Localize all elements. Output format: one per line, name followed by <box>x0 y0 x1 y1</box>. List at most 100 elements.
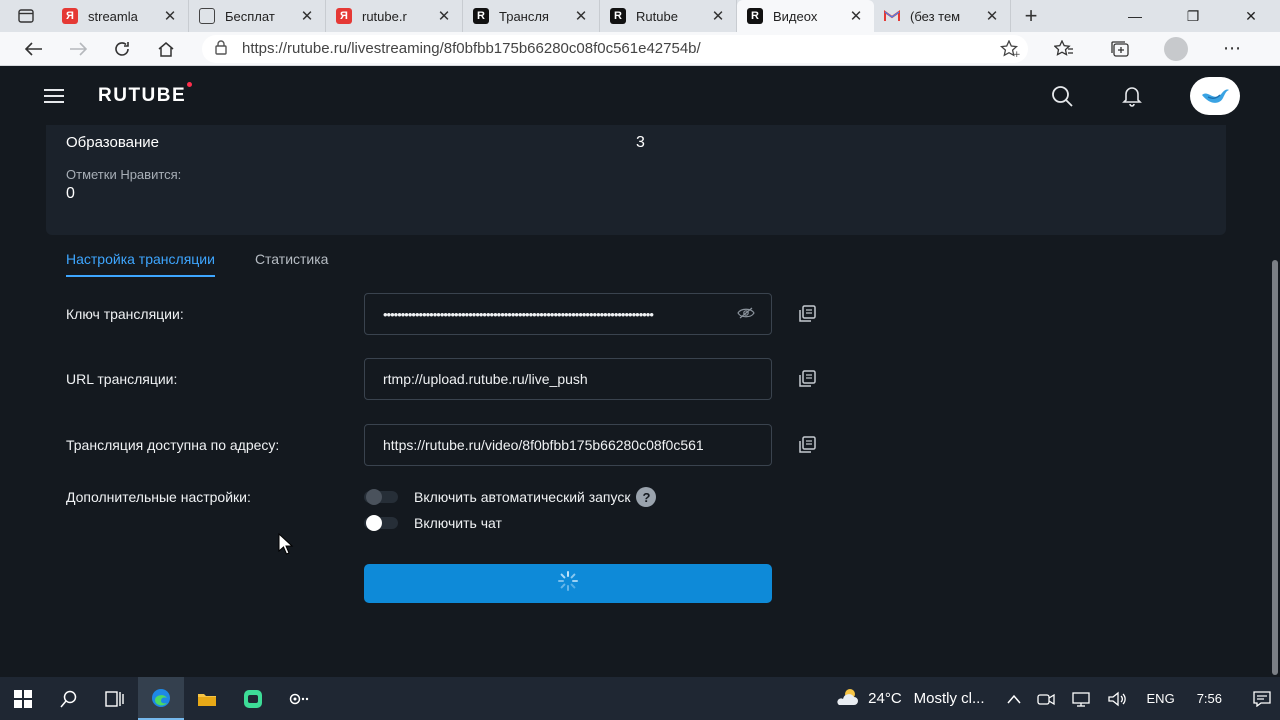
forward-icon[interactable] <box>56 32 100 66</box>
tab-close-icon[interactable]: ✕ <box>299 7 315 25</box>
browser-tab[interactable]: R Rutube ✕ <box>600 0 737 32</box>
stream-address-label: Трансляция доступна по адресу: <box>66 437 280 453</box>
add-favorite-icon[interactable]: + <box>992 39 1028 58</box>
settings-tabs: Настройка трансляции Статистика <box>66 251 368 277</box>
file-explorer-icon[interactable] <box>184 677 230 720</box>
stream-info-card: Образование 3 Отметки Нравится: 0 <box>46 117 1226 235</box>
autostart-toggle[interactable] <box>364 489 398 505</box>
close-icon[interactable]: ✕ <box>1222 0 1280 32</box>
windows-start-icon[interactable] <box>0 677 46 720</box>
url-text: https://rutube.ru/livestreaming/8f0bfbb1… <box>242 40 701 57</box>
tab-title: Трансля <box>499 8 549 24</box>
rutube-icon: R <box>473 8 489 24</box>
browser-tabstrip: Я streamla ✕ Бесплат ✕ Я rutube.r ✕ R Тр… <box>0 0 1280 32</box>
language-indicator[interactable]: ENG <box>1147 691 1175 706</box>
taskbar: 24°C Mostly cl... ENG 7:56 <box>0 677 1280 720</box>
more-icon[interactable]: ⋯ <box>1204 38 1260 59</box>
new-tab-icon[interactable]: + <box>1011 3 1051 29</box>
gmail-icon <box>884 8 900 24</box>
stream-key-label: Ключ трансляции: <box>66 306 184 322</box>
tab-stream-settings[interactable]: Настройка трансляции <box>66 251 215 277</box>
clock[interactable]: 7:56 <box>1197 691 1222 706</box>
favorites-icon[interactable] <box>1036 39 1092 58</box>
stream-key-field[interactable]: ••••••••••••••••••••••••••••••••••••••••… <box>364 293 772 335</box>
page: RUTUBE Образование 3 Отметки Нравится: 0… <box>0 67 1270 677</box>
stream-key-value: ••••••••••••••••••••••••••••••••••••••••… <box>383 306 654 322</box>
minimize-icon[interactable]: — <box>1106 0 1164 32</box>
search-icon[interactable] <box>46 677 92 720</box>
cloud-sun-icon <box>834 688 860 709</box>
stream-key-row: Ключ трансляции: •••••••••••••••••••••••… <box>66 293 826 335</box>
app-icon[interactable] <box>230 677 276 720</box>
yandex-icon: Я <box>336 8 352 24</box>
temperature: 24°C <box>868 690 902 707</box>
meet-now-icon[interactable] <box>1036 691 1055 707</box>
restore-icon[interactable]: ❐ <box>1164 0 1222 32</box>
tab-actions-icon[interactable] <box>0 0 52 32</box>
stream-url-field[interactable]: rtmp://upload.rutube.ru/live_push <box>364 358 772 400</box>
browser-tab[interactable]: Я rutube.r ✕ <box>326 0 463 32</box>
task-view-icon[interactable] <box>92 677 138 720</box>
network-icon[interactable] <box>1071 691 1091 707</box>
search-icon[interactable] <box>1050 84 1074 108</box>
likes-label: Отметки Нравится: <box>66 167 182 182</box>
count-value: 3 <box>636 134 645 151</box>
url-bar[interactable]: https://rutube.ru/livestreaming/8f0bfbb1… <box>202 34 1028 63</box>
browser-tab-active[interactable]: R Видеох ✕ <box>737 0 874 32</box>
refresh-icon[interactable] <box>100 32 144 66</box>
collections-icon[interactable] <box>1092 40 1148 58</box>
browser-tab[interactable]: (без тем ✕ <box>874 0 1011 32</box>
rutube-icon: R <box>747 8 763 24</box>
avatar[interactable] <box>1190 77 1240 115</box>
back-icon[interactable] <box>12 32 56 66</box>
obs-icon[interactable] <box>276 677 322 720</box>
eye-off-icon[interactable] <box>737 306 755 322</box>
tab-close-icon[interactable]: ✕ <box>710 7 726 25</box>
tab-close-icon[interactable]: ✕ <box>436 7 452 25</box>
tab-close-icon[interactable]: ✕ <box>573 7 589 25</box>
tab-close-icon[interactable]: ✕ <box>162 7 178 25</box>
tab-title: Rutube <box>636 8 678 24</box>
chevron-up-icon[interactable] <box>1006 694 1021 704</box>
tab-title: Видеох <box>773 8 818 24</box>
document-icon <box>199 8 215 24</box>
bell-icon[interactable] <box>1120 84 1144 108</box>
copy-icon[interactable] <box>796 368 818 390</box>
menu-icon[interactable] <box>44 89 64 103</box>
tab-title: Бесплат <box>225 8 275 24</box>
window-controls: — ❐ ✕ <box>1106 0 1280 32</box>
weather-condition: Mostly cl... <box>913 690 985 707</box>
browser-tab[interactable]: Я streamla ✕ <box>52 0 189 32</box>
edge-browser-icon[interactable] <box>138 677 184 720</box>
stream-address-field[interactable]: https://rutube.ru/video/8f0bfbb175b66280… <box>364 424 772 466</box>
profile-icon[interactable] <box>1148 36 1204 61</box>
help-icon[interactable]: ? <box>636 487 657 507</box>
copy-icon[interactable] <box>796 434 818 456</box>
browser-tab[interactable]: Бесплат ✕ <box>189 0 326 32</box>
notifications-icon[interactable] <box>1244 690 1280 707</box>
chat-label: Включить чат <box>414 515 502 531</box>
browser-toolbar-right: ⋯ <box>1036 36 1260 61</box>
tab-close-icon[interactable]: ✕ <box>984 7 1000 25</box>
rutube-logo[interactable]: RUTUBE <box>98 82 193 107</box>
category-value: Образование <box>66 134 159 151</box>
copy-icon[interactable] <box>796 303 818 325</box>
home-icon[interactable] <box>144 32 188 66</box>
stream-url-row: URL трансляции: rtmp://upload.rutube.ru/… <box>66 358 826 400</box>
chat-toggle[interactable] <box>364 515 398 531</box>
lock-icon[interactable] <box>214 39 228 59</box>
logo-text: RUTUBE <box>98 85 187 106</box>
weather-widget[interactable]: 24°C Mostly cl... <box>834 688 985 709</box>
loading-spinner-icon <box>557 570 579 597</box>
yandex-icon: Я <box>62 8 78 24</box>
rutube-icon: R <box>610 8 626 24</box>
site-header: RUTUBE <box>0 67 1270 125</box>
scrollbar-thumb[interactable] <box>1272 260 1278 675</box>
submit-button[interactable] <box>364 564 772 603</box>
tab-close-icon[interactable]: ✕ <box>848 7 864 25</box>
svg-text:+: + <box>1013 50 1020 58</box>
browser-tab[interactable]: R Трансля ✕ <box>463 0 600 32</box>
volume-icon[interactable] <box>1107 691 1127 707</box>
stream-url-label: URL трансляции: <box>66 371 178 387</box>
tab-statistics[interactable]: Статистика <box>255 251 329 277</box>
